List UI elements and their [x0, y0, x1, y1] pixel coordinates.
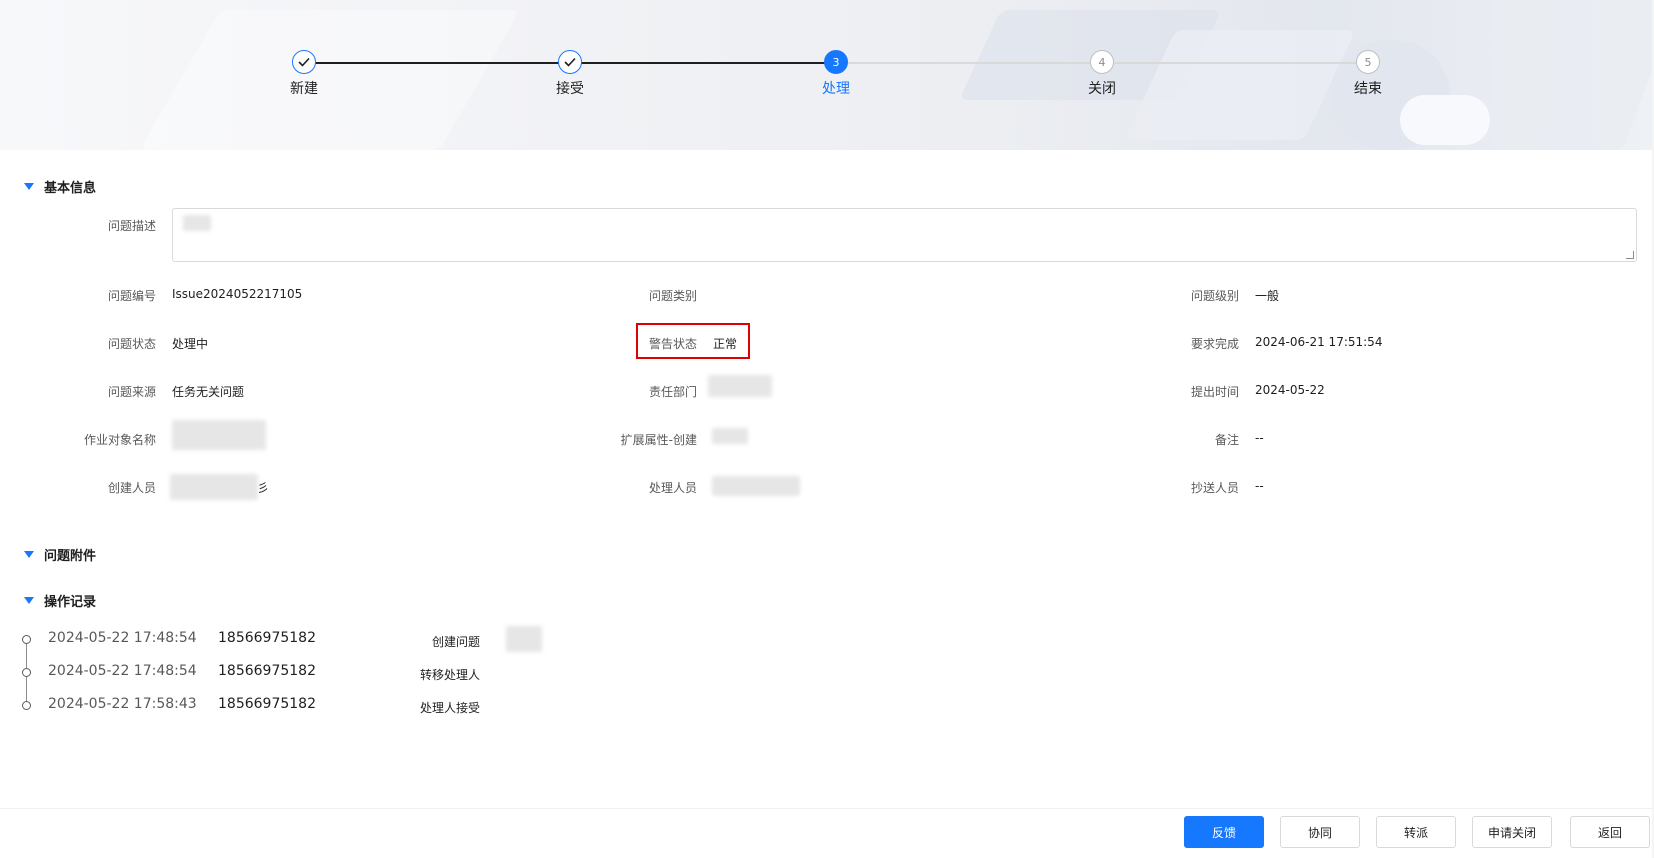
- step-number: 4: [1090, 50, 1114, 74]
- record-user: 18566975182: [218, 696, 316, 712]
- collaborate-button[interactable]: 协同: [1280, 816, 1360, 848]
- creator-suffix: 彡: [257, 481, 270, 495]
- steps-bar: 新建 接受 3 处理 4 关闭 5 结束: [0, 50, 1654, 110]
- description-label: 问题描述: [107, 219, 156, 233]
- submit-value: 2024-05-22: [1255, 383, 1325, 397]
- status-value: 处理中: [172, 337, 209, 351]
- cc-label: 抄送人员: [1190, 481, 1239, 495]
- due-label: 要求完成: [1190, 337, 1239, 351]
- apply-close-button[interactable]: 申请关闭: [1472, 816, 1552, 848]
- redacted-value: [183, 215, 211, 231]
- back-button[interactable]: 返回: [1570, 816, 1650, 848]
- check-icon: [558, 50, 582, 74]
- section-title: 基本信息: [44, 181, 97, 196]
- section-attachments[interactable]: 问题附件: [24, 545, 96, 564]
- remark-label: 备注: [1214, 433, 1239, 447]
- timeline-dot-icon: [22, 668, 31, 677]
- description-textarea[interactable]: [172, 208, 1637, 262]
- source-value: 任务无关问题: [172, 385, 245, 399]
- transfer-button[interactable]: 转派: [1376, 816, 1456, 848]
- cc-value: --: [1255, 479, 1264, 493]
- level-label: 问题级别: [1190, 289, 1239, 303]
- record-action: 转移处理人: [419, 668, 480, 682]
- step-accept: 接受: [530, 50, 610, 98]
- due-value: 2024-06-21 17:51:54: [1255, 335, 1383, 349]
- step-label: 新建: [290, 81, 318, 97]
- step-number: 3: [824, 50, 848, 74]
- dept-label: 责任部门: [648, 385, 697, 399]
- section-title: 操作记录: [44, 595, 97, 610]
- redacted-value: [506, 626, 542, 652]
- feedback-button[interactable]: 反馈: [1184, 816, 1264, 848]
- section-records[interactable]: 操作记录: [24, 591, 96, 610]
- record-time: 2024-05-22 17:58:43: [48, 696, 197, 712]
- issue-no-value: Issue2024052217105: [172, 287, 303, 301]
- section-basic-info[interactable]: 基本信息: [24, 177, 96, 196]
- step-label: 接受: [556, 81, 584, 97]
- redacted-value: [170, 474, 258, 500]
- redacted-value: [172, 420, 266, 450]
- step-close: 4 关闭: [1062, 50, 1142, 98]
- caret-down-icon: [24, 551, 34, 558]
- step-process: 3 处理: [796, 50, 876, 98]
- object-label: 作业对象名称: [83, 433, 156, 447]
- resize-handle-icon[interactable]: [1626, 251, 1634, 259]
- progress-banner: 新建 接受 3 处理 4 关闭 5 结束: [0, 0, 1654, 150]
- step-number: 5: [1356, 50, 1380, 74]
- record-user: 18566975182: [218, 663, 316, 679]
- record-action: 创建问题: [431, 635, 480, 649]
- redacted-value: [712, 476, 800, 496]
- timeline-dot-icon: [22, 701, 31, 710]
- remark-value: --: [1255, 431, 1264, 445]
- redacted-value: [708, 375, 772, 397]
- section-title: 问题附件: [44, 549, 97, 564]
- caret-down-icon: [24, 183, 34, 190]
- category-label: 问题类别: [648, 289, 697, 303]
- handler-label: 处理人员: [648, 481, 697, 495]
- highlight-annotation: [636, 323, 750, 359]
- check-icon: [292, 50, 316, 74]
- status-label: 问题状态: [107, 337, 156, 351]
- redacted-value: [712, 428, 748, 444]
- submit-label: 提出时间: [1190, 385, 1239, 399]
- source-label: 问题来源: [107, 385, 156, 399]
- step-end: 5 结束: [1328, 50, 1408, 98]
- record-time: 2024-05-22 17:48:54: [48, 630, 197, 646]
- step-new: 新建: [264, 50, 344, 98]
- record-user: 18566975182: [218, 630, 316, 646]
- caret-down-icon: [24, 597, 34, 604]
- step-label: 关闭: [1088, 81, 1116, 97]
- timeline-dot-icon: [22, 635, 31, 644]
- creator-label: 创建人员: [107, 481, 156, 495]
- step-label: 结束: [1354, 81, 1382, 97]
- record-action: 处理人接受: [419, 701, 480, 715]
- ext-label: 扩展属性-创建: [620, 433, 697, 447]
- record-time: 2024-05-22 17:48:54: [48, 663, 197, 679]
- step-label: 处理: [822, 81, 850, 97]
- issue-no-label: 问题编号: [107, 289, 156, 303]
- level-value: 一般: [1255, 289, 1280, 303]
